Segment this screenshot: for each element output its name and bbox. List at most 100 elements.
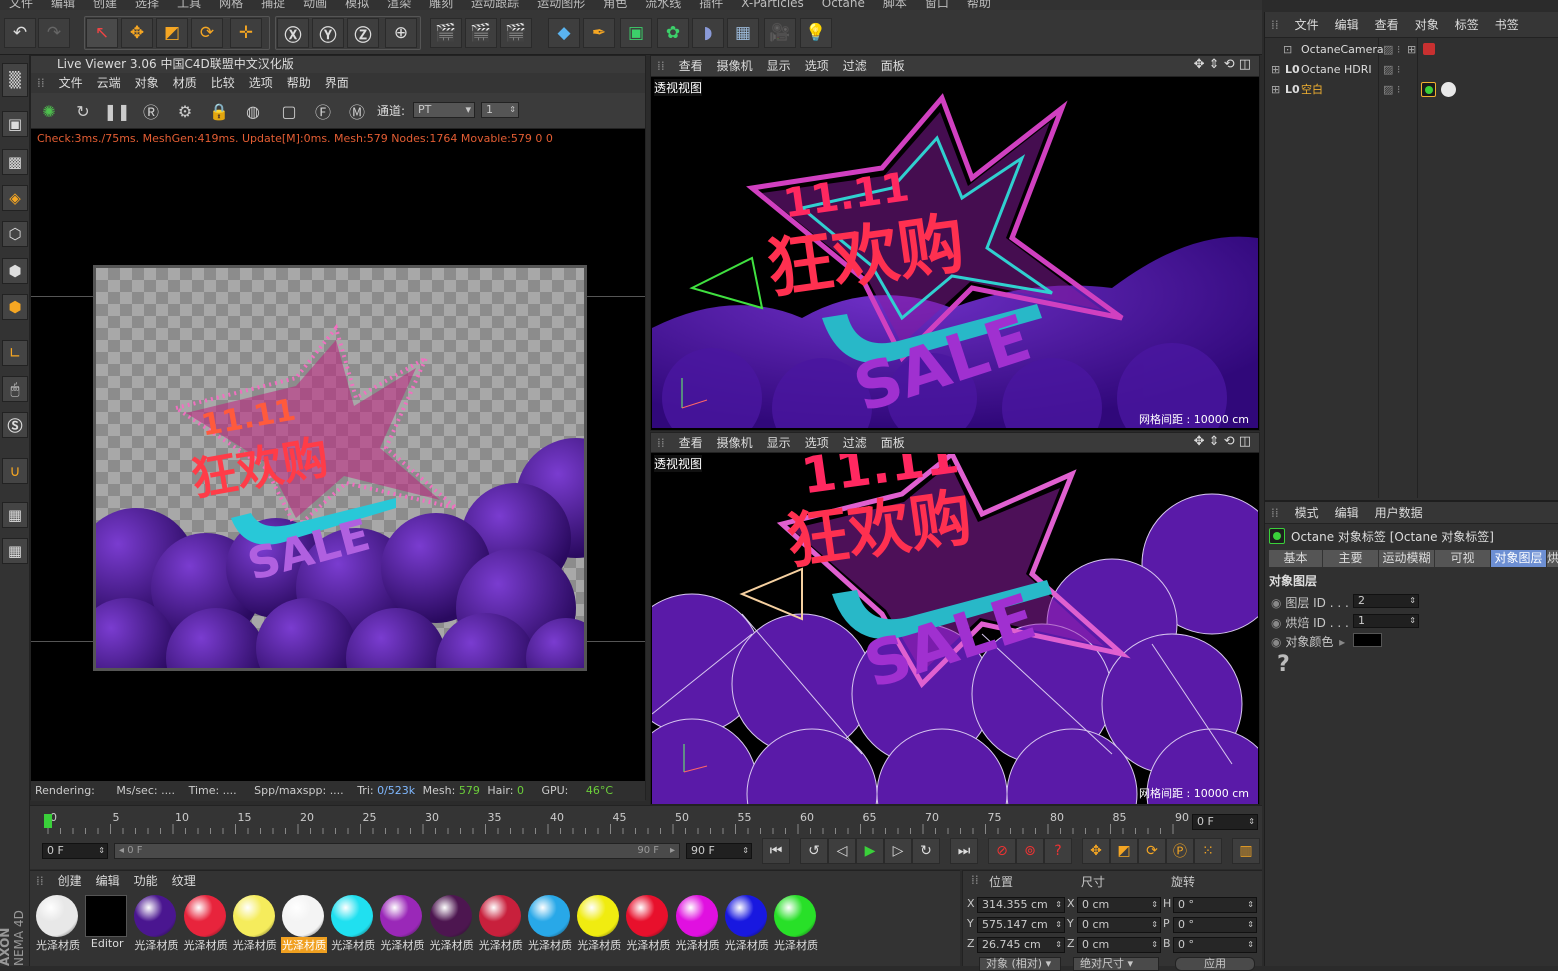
points-mode-icon[interactable]: ⬡	[2, 221, 28, 247]
menu-item[interactable]: 选择	[135, 0, 159, 10]
material-swatch[interactable]: 光泽材质	[330, 895, 375, 952]
tweak-mode-icon[interactable]: 🖱	[2, 376, 28, 402]
camera-tag-icon[interactable]: ⊞	[1407, 40, 1416, 60]
size-mode-select[interactable]: 绝对尺寸 ▾	[1073, 957, 1159, 971]
redo-button[interactable]: ↷	[38, 18, 70, 48]
polygons-mode-icon[interactable]: ⬢	[2, 294, 28, 320]
lock-icon[interactable]: 🔒	[207, 99, 231, 123]
material-swatch[interactable]: 光泽材质	[429, 895, 474, 952]
material-swatch[interactable]: 光泽材质	[675, 895, 720, 952]
menu-item[interactable]: 模拟	[345, 0, 369, 10]
menu-item[interactable]: 网格	[219, 0, 243, 10]
x-axis-button[interactable]: Ⓧ	[277, 18, 309, 48]
light-button[interactable]: 💡	[800, 18, 832, 48]
rotate-tool-button[interactable]: ⟳	[191, 18, 223, 48]
material-tag-icon[interactable]	[1441, 82, 1456, 97]
snap-icon[interactable]: Ⓢ	[2, 412, 28, 438]
viewport-menu-item[interactable]: 查看	[679, 59, 703, 73]
material-swatch[interactable]: 光泽材质	[183, 895, 228, 952]
go-to-start-button[interactable]: ⏮	[762, 838, 790, 864]
viewport-menu-item[interactable]: 查看	[679, 436, 703, 450]
attribute-menu-item[interactable]: 编辑	[1335, 506, 1359, 520]
object-row-camera[interactable]: ⊡ OctaneCamera ▨ ⁝ ⊞	[1265, 40, 1558, 60]
go-to-end-button[interactable]: ⏭	[950, 838, 978, 864]
visibility-toggle-icon[interactable]: ▨ ⁝	[1383, 60, 1400, 80]
coordinate-mode-select[interactable]: 对象 (相对) ▾	[979, 957, 1061, 971]
start-render-icon[interactable]: ✺	[37, 99, 61, 123]
coordinate-system-button[interactable]: ⊕	[385, 18, 417, 48]
position-field[interactable]: 575.147 cm ⇕	[977, 917, 1065, 933]
attribute-tab[interactable]: 运动模糊	[1379, 550, 1435, 567]
move-tool-button[interactable]: ✥	[121, 18, 153, 48]
menu-item[interactable]: 窗口	[925, 0, 949, 10]
record-button[interactable]: ⊘	[988, 838, 1016, 864]
attribute-tab[interactable]: 可视	[1435, 550, 1491, 567]
viewport-menu-item[interactable]: 显示	[767, 59, 791, 73]
attribute-tab[interactable]: 基本	[1269, 550, 1323, 567]
settings-gear-icon[interactable]: ⚙	[173, 99, 197, 123]
channel-number-stepper[interactable]: 1 ⇕	[481, 102, 519, 118]
viewport-menu-item[interactable]: 过滤	[843, 436, 867, 450]
attribute-menu-item[interactable]: 模式	[1295, 506, 1319, 520]
viewport-nav-icons-bottom[interactable]: ✥ ⇕ ⟲ ◫	[1194, 434, 1251, 449]
material-menu-item[interactable]: 纹理	[172, 874, 196, 888]
channel-select[interactable]: PT ▾	[413, 102, 475, 118]
previous-frame-button[interactable]: ◁	[828, 838, 856, 864]
play-button[interactable]: ▶	[856, 838, 884, 864]
lock-workplane-icon[interactable]: ▦	[2, 502, 28, 528]
material-swatch[interactable]: 光泽材质	[576, 895, 621, 952]
material-swatch[interactable]: 光泽材质	[478, 895, 523, 952]
texture-mode-icon[interactable]: ▩	[2, 149, 28, 175]
live-viewer-menu-item[interactable]: 文件	[59, 76, 83, 90]
timeline-window-button[interactable]: ▥	[1232, 838, 1260, 864]
object-manager-menu-item[interactable]: 对象	[1415, 18, 1439, 32]
z-axis-button[interactable]: Ⓩ	[347, 18, 379, 48]
render-view-button[interactable]: 🎬	[430, 18, 462, 48]
model-mode-icon[interactable]: ▣	[2, 111, 28, 137]
live-viewer-menu-item[interactable]: 选项	[249, 76, 273, 90]
material-menu-item[interactable]: 创建	[58, 874, 82, 888]
menu-item[interactable]: X-Particles	[741, 0, 804, 10]
attribute-menu-item[interactable]: 用户数据	[1375, 506, 1423, 520]
previous-key-button[interactable]: ↺	[800, 838, 828, 864]
object-row-null[interactable]: ⊞ L0 空白 ▨ ⁝	[1265, 80, 1558, 100]
chevron-right-icon[interactable]: ▸	[670, 844, 675, 858]
key-parameter-button[interactable]: Ⓟ	[1166, 838, 1194, 864]
render-region-icon[interactable]: ▢	[277, 99, 301, 123]
key-rotation-button[interactable]: ⟳	[1138, 838, 1166, 864]
menu-item[interactable]: 捕捉	[261, 0, 285, 10]
viewport-menu-item[interactable]: 选项	[805, 59, 829, 73]
menu-item[interactable]: 编辑	[51, 0, 75, 10]
render-settings-button[interactable]: 🎬	[500, 18, 532, 48]
viewport-menu-item[interactable]: 面板	[881, 436, 905, 450]
radio-icon[interactable]: ◉	[1271, 616, 1281, 630]
viewport-menu-item[interactable]: 摄像机	[717, 436, 753, 450]
menu-item[interactable]: 运动跟踪	[471, 0, 519, 10]
pause-render-icon[interactable]: ❚❚	[104, 99, 131, 123]
next-frame-button[interactable]: ▷	[884, 838, 912, 864]
playhead[interactable]	[44, 814, 52, 828]
timeline-ruler[interactable]: 0 5 10 15 20 25 30 35 40 45 50 55 60 65 70 75 80 85 90	[44, 810, 1194, 834]
transform-tool-button[interactable]: ✛	[230, 18, 262, 48]
end-frame-field[interactable]: 90 F ⇕	[686, 843, 752, 859]
object-manager-menu-item[interactable]: 查看	[1375, 18, 1399, 32]
menu-item[interactable]: 帮助	[967, 0, 991, 10]
attribute-tab[interactable]: 烘	[1547, 550, 1558, 567]
axis-mode-icon[interactable]: ∟	[2, 340, 28, 366]
live-viewer-menu-item[interactable]: 帮助	[287, 76, 311, 90]
menu-item[interactable]: 创建	[93, 0, 117, 10]
start-frame-field[interactable]: 0 F ⇕	[42, 843, 108, 859]
size-field[interactable]: 0 cm ⇕	[1077, 917, 1161, 933]
octane-object-tag-icon[interactable]	[1421, 82, 1436, 97]
attribute-tab[interactable]: 主要	[1323, 550, 1379, 567]
object-manager-menu-item[interactable]: 标签	[1455, 18, 1479, 32]
rotation-field[interactable]: 0 ° ⇕	[1173, 937, 1257, 953]
object-row-hdri[interactable]: ⊞ L0 Octane HDRI ▨ ⁝	[1265, 60, 1558, 80]
viewport-nav-icons[interactable]: ✥ ⇕ ⟲ ◫	[1194, 57, 1251, 72]
restart-render-icon[interactable]: ↻	[71, 99, 95, 123]
chevron-left-icon[interactable]: ◂	[119, 845, 124, 856]
autokey-button[interactable]: ⊚	[1016, 838, 1044, 864]
attribute-tab[interactable]: 对象图层	[1491, 550, 1547, 567]
material-swatch[interactable]: 光泽材质	[625, 895, 670, 952]
help-icon[interactable]: ?	[1277, 652, 1290, 677]
